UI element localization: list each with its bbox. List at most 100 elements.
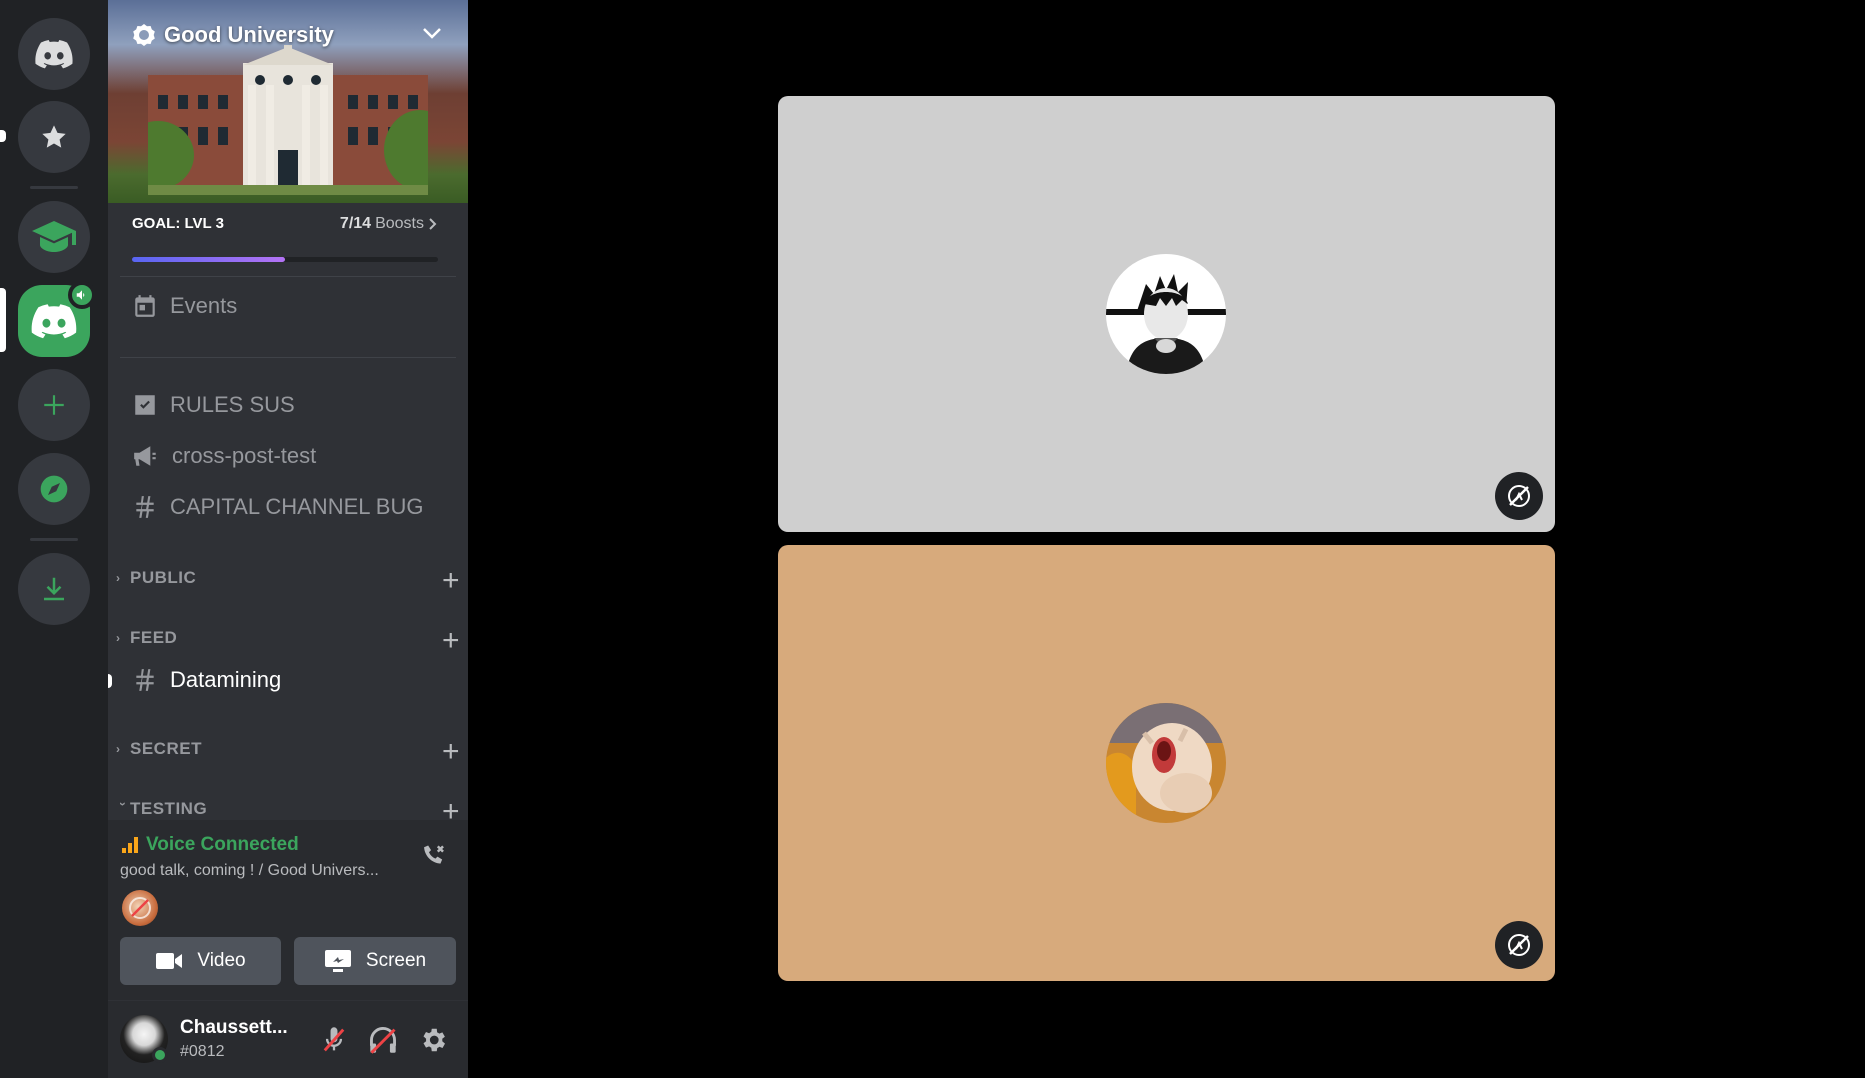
video-off-icon [129,897,151,919]
category-secret[interactable]: › SECRET + [116,735,460,768]
good-university-server-button[interactable] [18,201,90,273]
user-discriminator: #0812 [180,1043,225,1060]
mute-microphone-icon[interactable] [320,1025,348,1055]
boost-count: 7/14 Boosts [340,215,438,233]
discord-logo-icon [35,40,73,69]
voice-video-stage [468,0,1865,1078]
category-testing[interactable]: › TESTING + [116,795,460,828]
selected-server-pill [0,288,6,352]
chevron-right-icon: › [116,571,121,585]
discord-logo-icon [31,304,77,339]
boost-goal-bar[interactable]: GOAL: LVL 3 7/14 Boosts [132,215,438,262]
participant-tile[interactable] [778,96,1555,532]
plus-icon [44,395,64,415]
chevron-right-icon: › [116,631,121,645]
discord-app: Good University GOAL: LVL 3 7/14 Boosts … [0,0,1865,1078]
download-icon [44,577,64,601]
channel-name: CAPITAL CHANNEL BUG [170,494,424,519]
university-building-image [148,45,428,195]
chevron-down-icon[interactable] [422,26,442,40]
calendar-icon [135,295,155,317]
anime-avatar-image [1106,254,1226,374]
user-settings-gear-icon[interactable] [418,1025,448,1055]
participant-avatar [1106,703,1226,823]
server-name-label: Good University [164,22,334,47]
boost-progress-fill [132,257,285,262]
channel-name: RULES SUS [170,392,295,417]
chevron-down-icon: › [116,802,130,807]
deafen-headset-icon[interactable] [368,1025,398,1055]
home-button[interactable] [18,18,90,90]
participant-tile[interactable] [778,545,1555,981]
divider [120,276,456,277]
channel-datamining[interactable]: Datamining [132,667,281,693]
boost-progress-track [132,257,438,262]
channel-rules-sus[interactable]: RULES SUS [132,392,295,418]
events-item[interactable]: Events [132,293,237,319]
unread-pill [0,130,6,142]
channel-name: cross-post-test [172,443,317,468]
category-name: TESTING [130,799,208,818]
megaphone-icon [134,446,156,466]
create-channel-plus-icon[interactable]: + [442,624,460,658]
voice-connected-status[interactable]: Voice Connected [120,834,299,856]
video-off-badge [1495,921,1543,969]
boost-count-current: 7 [339,215,349,232]
screen-share-button[interactable]: Screen [294,937,456,985]
rail-separator [30,186,78,189]
boost-goal-label: GOAL: LVL 3 [132,215,224,232]
hash-icon [136,669,154,691]
category-feed[interactable]: › FEED + [116,624,460,657]
category-name: FEED [130,628,178,647]
events-label: Events [170,293,238,318]
explore-servers-button[interactable] [18,453,90,525]
screen-share-icon [324,950,351,972]
channel-capital-channel-bug[interactable]: CAPITAL CHANNEL BUG [132,494,423,520]
voice-participant-avatar[interactable] [122,890,158,926]
username[interactable]: Chaussett... [180,1017,288,1039]
hash-icon [136,496,154,518]
video-off-icon [1508,934,1530,956]
chevron-right-icon: › [116,742,121,756]
channel-cross-post-test[interactable]: cross-post-test [132,443,316,469]
create-channel-plus-icon[interactable]: + [442,564,460,598]
boost-count-total: /14 [348,215,372,232]
rules-icon [135,395,155,415]
channel-name: Datamining [170,667,282,692]
server-rail [0,0,108,1078]
participant-avatar [1106,254,1226,374]
active-voice-server-button[interactable] [18,281,96,357]
favorites-server-button[interactable] [18,101,90,173]
camera-icon [156,953,183,969]
video-off-icon [1508,485,1530,507]
server-name: Good University [132,22,334,48]
connection-signal-icon [122,837,138,853]
voice-status-panel: Voice Connected good talk, coming ! / Go… [108,820,468,1000]
channel-sidebar: Good University GOAL: LVL 3 7/14 Boosts … [108,0,468,1078]
voice-connected-label: Voice Connected [146,834,299,855]
create-channel-plus-icon[interactable]: + [442,735,460,769]
download-apps-button[interactable] [18,553,90,625]
voice-channel-location[interactable]: good talk, coming ! / Good Univers... [120,862,379,880]
divider [120,357,456,358]
unread-channel-pill [108,674,112,688]
speaker-badge-icon [68,281,96,309]
compass-icon [40,475,68,503]
disconnect-phone-icon[interactable] [420,842,448,870]
screen-share-label: Screen [365,950,427,971]
add-server-button[interactable] [18,369,90,441]
boost-badge-icon [133,24,155,46]
star-icon [42,125,66,148]
server-banner[interactable]: Good University [108,0,468,203]
user-panel: Chaussett... #0812 [108,1000,468,1078]
category-name: PUBLIC [130,568,197,587]
category-name: SECRET [130,739,202,758]
boost-count-suffix: Boosts [375,215,424,232]
online-status-indicator [152,1047,168,1063]
video-off-badge [1495,472,1543,520]
graduation-cap-icon [32,221,76,252]
category-public[interactable]: › PUBLIC + [116,564,460,597]
video-button[interactable]: Video [120,937,281,985]
rail-separator [30,538,78,541]
yawning-cat-image [1106,703,1226,823]
